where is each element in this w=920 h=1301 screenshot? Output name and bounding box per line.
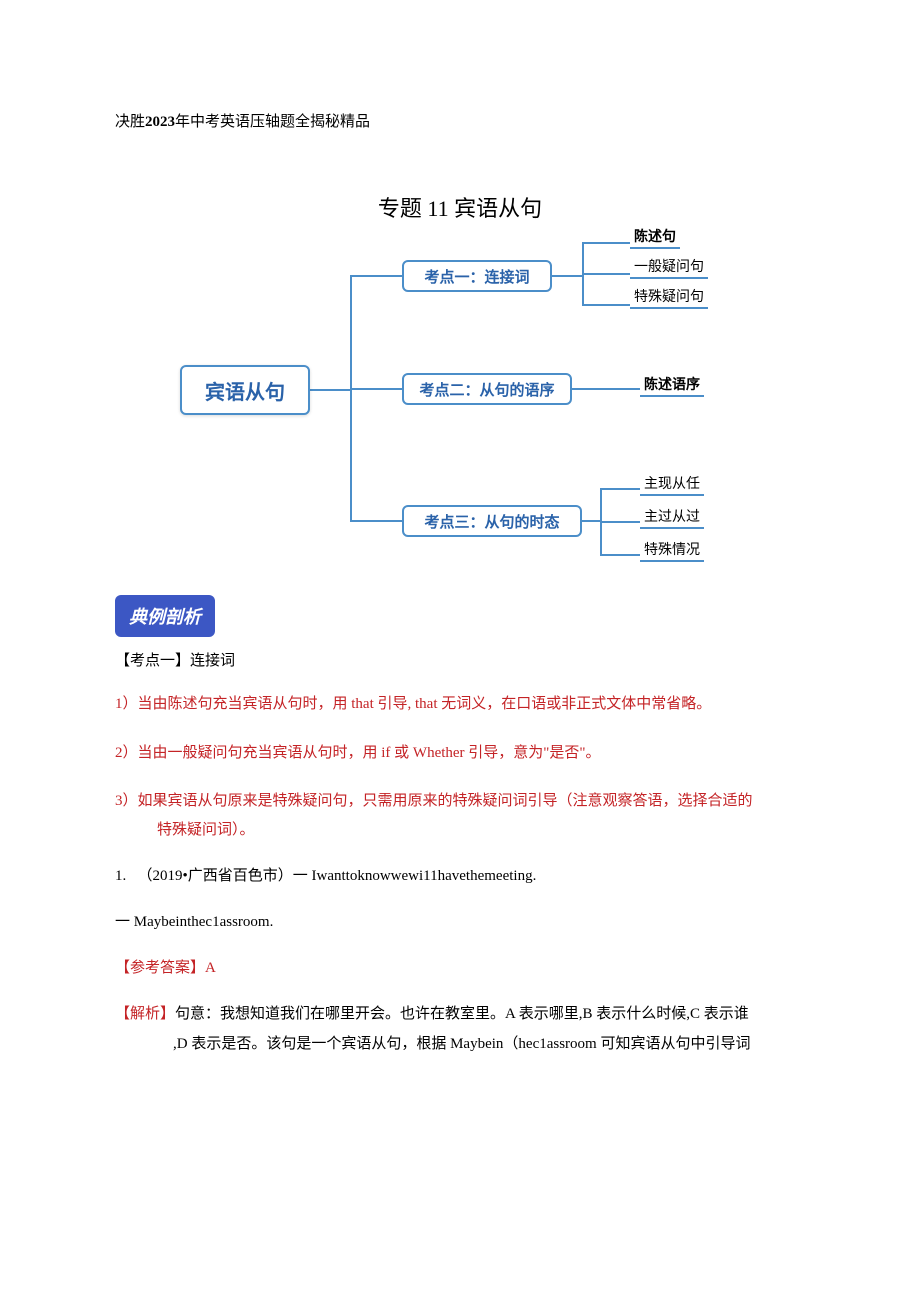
question-line-2: 一 Maybeinthec1assroom. bbox=[115, 910, 805, 934]
topic-prefix: 专题 bbox=[378, 196, 422, 221]
q-en: Iwanttoknowwewi11havethemeeting. bbox=[308, 868, 537, 884]
mindmap-diagram: 宾语从句 考点一：连接词 考点二：从句的语序 考点三：从句的时态 陈述句 一般疑… bbox=[180, 225, 740, 575]
explanation: 【解析】句意：我想知道我们在哪里开会。也许在教室里。A 表示哪里,B 表示什么时… bbox=[115, 999, 805, 1059]
explain-t2: ,D 表示是否。该句是一个宾语从句，根据 Maybein（hec1assroom… bbox=[115, 1029, 805, 1059]
diagram-root: 宾语从句 bbox=[180, 365, 310, 415]
header-suffix: 年中考英语压轴题全揭秘精品 bbox=[175, 114, 370, 130]
topic-name: 宾语从句 bbox=[454, 196, 542, 221]
leaf-k3-3: 特殊情况 bbox=[640, 538, 704, 562]
header-prefix: 决胜 bbox=[115, 114, 145, 130]
leaf-k1-1: 陈述句 bbox=[630, 225, 680, 249]
rule-3: 3）如果宾语从句原来是特殊疑问句，只需用原来的特殊疑问词引导（注意观察答语，选择… bbox=[115, 787, 805, 844]
leaf-k1-3: 特殊疑问句 bbox=[630, 285, 708, 309]
q-dash: 一 bbox=[293, 868, 308, 884]
answer-line: 【参考答案】A bbox=[115, 956, 805, 977]
document-header: 决胜2023年中考英语压轴题全揭秘精品 bbox=[115, 110, 805, 131]
a-en: Maybeinthec1assroom. bbox=[130, 914, 273, 930]
keypoint-heading: 【考点一】连接词 bbox=[115, 649, 805, 670]
leaf-k3-1: 主现从任 bbox=[640, 472, 704, 496]
q-num: 1. bbox=[115, 868, 126, 884]
explain-t1: 句意：我想知道我们在哪里开会。也许在教室里。A 表示哪里,B 表示什么时候,C … bbox=[175, 1006, 749, 1022]
leaf-k3-2: 主过从过 bbox=[640, 505, 704, 529]
leaf-k1-2: 一般疑问句 bbox=[630, 255, 708, 279]
section-tag: 典例剖析 bbox=[115, 595, 215, 637]
rule-2: 2）当由一般疑问句充当宾语从句时，用 if 或 Whether 引导，意为"是否… bbox=[115, 739, 805, 768]
topic-title: 专题 11 宾语从句 bbox=[115, 191, 805, 223]
header-year: 2023 bbox=[145, 114, 175, 130]
a-dash: 一 bbox=[115, 914, 130, 930]
diagram-k2: 考点二：从句的语序 bbox=[402, 373, 572, 405]
question-line-1: 1. （2019•广西省百色市）一 Iwanttoknowwewi11havet… bbox=[115, 864, 805, 888]
diagram-k3: 考点三：从句的时态 bbox=[402, 505, 582, 537]
leaf-k2-1: 陈述语序 bbox=[640, 373, 704, 397]
topic-num: 11 bbox=[427, 196, 448, 221]
diagram-k1: 考点一：连接词 bbox=[402, 260, 552, 292]
rule-1: 1）当由陈述句充当宾语从句时，用 that 引导, that 无词义，在口语或非… bbox=[115, 690, 805, 719]
explain-label: 【解析】 bbox=[115, 1006, 175, 1022]
q-src: （2019•广西省百色市） bbox=[138, 868, 293, 884]
